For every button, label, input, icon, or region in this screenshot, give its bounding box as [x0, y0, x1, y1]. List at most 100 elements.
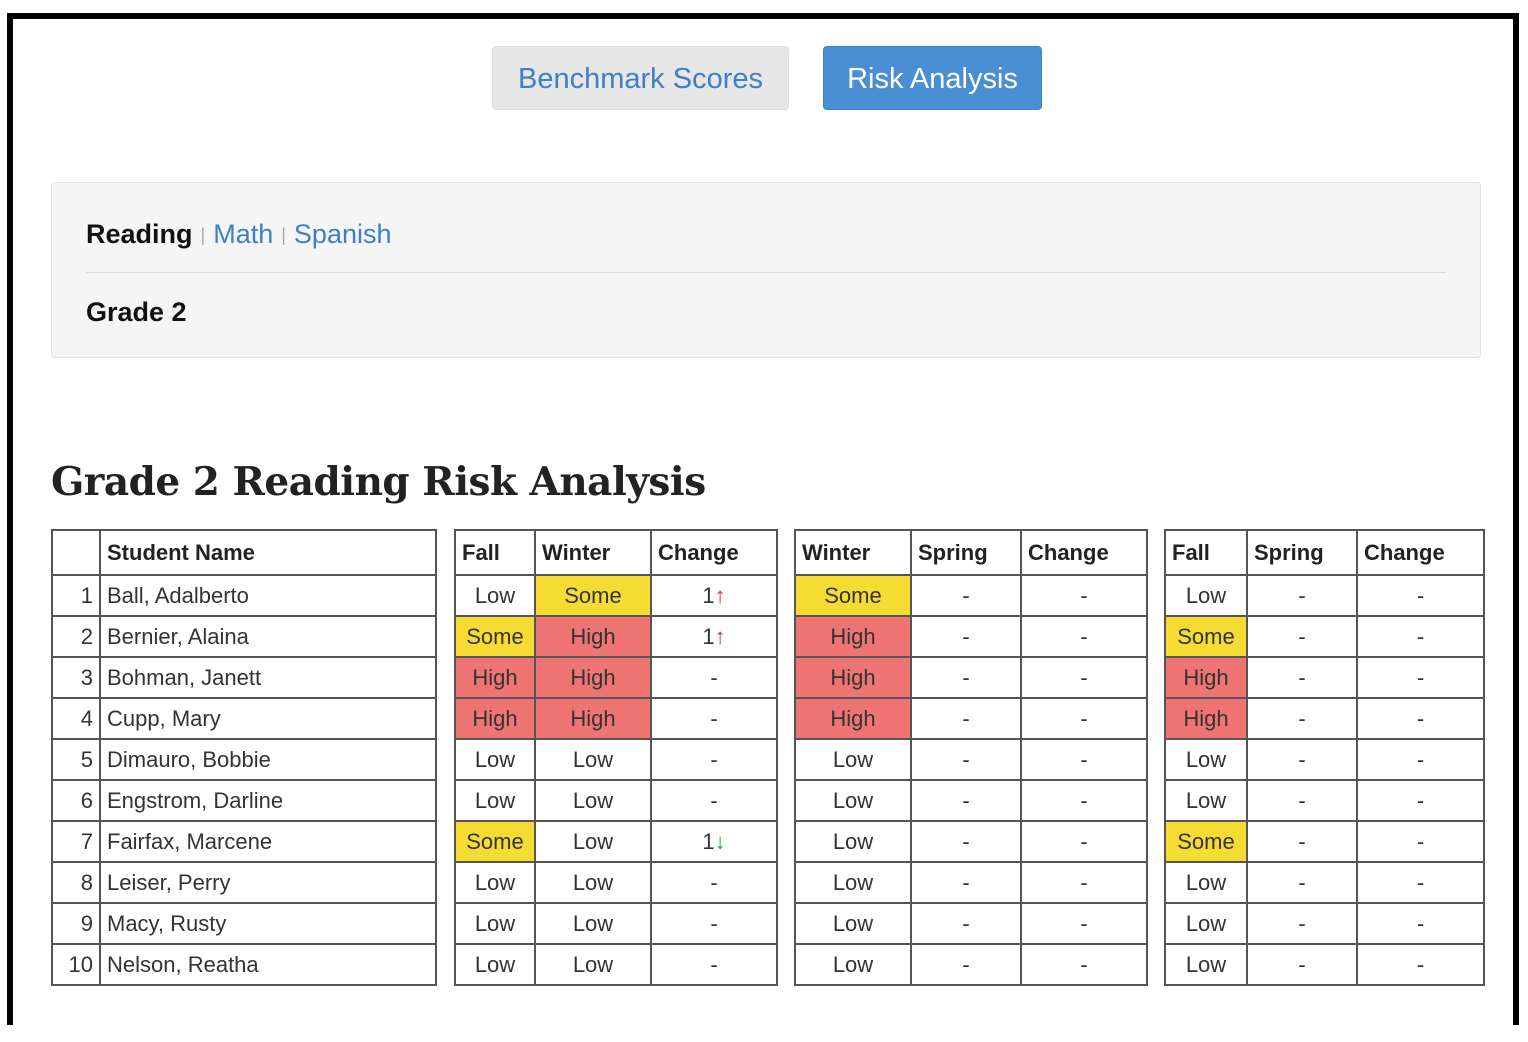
arrow-up-icon: ↑: [714, 623, 726, 649]
table-header-row: Fall Spring Change: [1164, 529, 1485, 576]
risk-level-cell: High: [534, 615, 652, 658]
student-name-cell: Engstrom, Darline: [99, 779, 437, 822]
subject-separator: |: [281, 225, 286, 245]
change-cell: 1↓: [650, 820, 778, 863]
benchmark-scores-button[interactable]: Benchmark Scores: [492, 46, 789, 110]
change-cell: -: [1020, 738, 1148, 781]
risk-level-cell: Low: [794, 738, 912, 781]
table-header-row: Fall Winter Change: [454, 529, 778, 576]
risk-level-cell: -: [910, 902, 1022, 945]
table-row: High - -: [1164, 697, 1485, 740]
filter-panel: Reading | Math | Spanish Grade 2: [51, 182, 1481, 358]
risk-level-cell: Low: [1164, 861, 1248, 904]
table-row: Low - -: [1164, 574, 1485, 617]
fall-winter-header-fall: Fall: [454, 529, 536, 576]
table-row: High - -: [794, 656, 1148, 699]
risk-level-cell: High: [534, 656, 652, 699]
row-number: 4: [51, 697, 101, 740]
change-cell: -: [1020, 697, 1148, 740]
row-number: 9: [51, 902, 101, 945]
table-row: Low - -: [1164, 779, 1485, 822]
risk-level-cell: Low: [454, 779, 536, 822]
change-cell: -: [650, 943, 778, 986]
risk-level-cell: -: [910, 861, 1022, 904]
risk-level-cell: Low: [454, 574, 536, 617]
change-count: 1: [702, 828, 715, 854]
change-cell: -: [1356, 656, 1485, 699]
risk-analysis-button[interactable]: Risk Analysis: [823, 46, 1042, 110]
table-row: High - -: [794, 615, 1148, 658]
index-header: [51, 529, 101, 576]
change-cell: -: [1020, 820, 1148, 863]
risk-level-cell: -: [1246, 697, 1358, 740]
risk-level-cell: -: [1246, 943, 1358, 986]
change-cell: -: [1356, 615, 1485, 658]
table-row: 6 Engstrom, Darline: [51, 779, 437, 822]
risk-level-cell: High: [454, 656, 536, 699]
risk-level-cell: Some: [454, 615, 536, 658]
row-number: 6: [51, 779, 101, 822]
table-row: Some High 1↑: [454, 615, 778, 658]
change-cell: -: [1356, 943, 1485, 986]
subject-reading[interactable]: Reading: [86, 219, 193, 249]
risk-level-cell: -: [1246, 615, 1358, 658]
fall-winter-table: Fall Winter Change Low Some 1↑ Some High 1↑ High…: [454, 529, 778, 986]
risk-level-cell: -: [1246, 820, 1358, 863]
subject-spanish-link[interactable]: Spanish: [294, 219, 392, 249]
risk-level-cell: Low: [1164, 902, 1248, 945]
table-row: 8 Leiser, Perry: [51, 861, 437, 904]
student-name-header: Student Name: [99, 529, 437, 576]
fall-spring-table: Fall Spring Change Low - - Some - - High - - High - -…: [1164, 529, 1485, 986]
change-count: 1: [702, 623, 715, 649]
fall-winter-header-change: Change: [650, 529, 778, 576]
risk-level-cell: High: [534, 697, 652, 740]
table-row: Some Low 1↓: [454, 820, 778, 863]
change-cell: -: [1020, 902, 1148, 945]
risk-level-cell: -: [1246, 656, 1358, 699]
risk-level-cell: -: [910, 820, 1022, 863]
student-name-cell: Fairfax, Marcene: [99, 820, 437, 863]
table-row: 2 Bernier, Alaina: [51, 615, 437, 658]
change-cell: -: [1356, 861, 1485, 904]
risk-level-cell: High: [454, 697, 536, 740]
risk-level-cell: Low: [454, 861, 536, 904]
row-number: 8: [51, 861, 101, 904]
table-row: High - -: [794, 697, 1148, 740]
table-row: Some - -: [794, 574, 1148, 617]
table-row: 5 Dimauro, Bobbie: [51, 738, 437, 781]
risk-level-cell: Low: [454, 902, 536, 945]
table-row: Low - -: [1164, 943, 1485, 986]
arrow-up-icon: ↑: [714, 582, 726, 608]
change-cell: -: [1020, 656, 1148, 699]
student-name-cell: Cupp, Mary: [99, 697, 437, 740]
risk-level-cell: High: [794, 697, 912, 740]
risk-level-cell: -: [1246, 738, 1358, 781]
change-cell: -: [650, 861, 778, 904]
student-name-cell: Bernier, Alaina: [99, 615, 437, 658]
change-cell: -: [650, 738, 778, 781]
change-cell: -: [1020, 615, 1148, 658]
winter-spring-header-change: Change: [1020, 529, 1148, 576]
table-row: Low - -: [794, 779, 1148, 822]
subject-math-link[interactable]: Math: [213, 219, 273, 249]
risk-level-cell: Low: [794, 902, 912, 945]
change-cell: -: [1356, 820, 1485, 863]
student-name-cell: Ball, Adalberto: [99, 574, 437, 617]
table-row: 4 Cupp, Mary: [51, 697, 437, 740]
table-row: Low Low -: [454, 779, 778, 822]
row-number: 3: [51, 656, 101, 699]
students-table: Student Name 1 Ball, Adalberto 2 Bernier, A…: [51, 529, 437, 986]
table-row: Low - -: [794, 861, 1148, 904]
risk-level-cell: Low: [534, 779, 652, 822]
risk-level-cell: Low: [794, 820, 912, 863]
table-row: Low - -: [1164, 738, 1485, 781]
risk-level-cell: -: [910, 697, 1022, 740]
risk-level-cell: Some: [454, 820, 536, 863]
risk-level-cell: High: [1164, 697, 1248, 740]
table-row: 7 Fairfax, Marcene: [51, 820, 437, 863]
risk-level-cell: Low: [454, 943, 536, 986]
risk-level-cell: Low: [794, 943, 912, 986]
risk-level-cell: Low: [794, 779, 912, 822]
arrow-down-icon: ↓: [714, 828, 726, 854]
change-cell: -: [650, 902, 778, 945]
